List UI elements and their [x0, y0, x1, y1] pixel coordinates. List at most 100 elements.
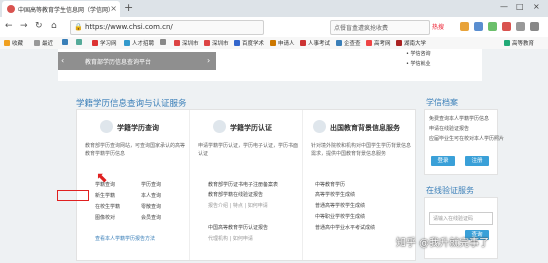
tab-close-icon[interactable]: × — [110, 4, 117, 13]
bookmark-item[interactable]: 申请人 — [270, 39, 295, 47]
bookmark-item[interactable]: 人事考试 — [300, 39, 330, 47]
link-in-school[interactable]: 在校生学籍 — [95, 203, 120, 210]
section-title: 学籍学历信息查询与认证服务 — [76, 99, 187, 109]
col-header: 学籍学历认证 — [190, 118, 303, 134]
bookmark-icon — [62, 39, 68, 45]
bookmark-item[interactable]: 企查查 — [336, 39, 361, 47]
top-link[interactable]: • 学信就业 — [406, 59, 431, 69]
bookmark-icon — [76, 39, 82, 45]
link-self-query[interactable]: 本人查询 — [141, 192, 161, 199]
extension-icon[interactable] — [502, 22, 511, 31]
home-button[interactable]: ⌂ — [51, 21, 57, 31]
service-panel: 学籍学历查询 教育部学历查询网站，可查询国家承认的高等教育学籍学历信息 学籍查询… — [76, 109, 416, 261]
verify-placeholder: 请输入在线验证码 — [433, 216, 474, 222]
bookmark-icon — [174, 40, 180, 46]
banner-carousel[interactable]: ‹ 教育部学历信息查询平台 › — [58, 52, 216, 70]
archive-line[interactable]: 免费查询本人学籍学历信息 — [429, 115, 489, 122]
link-image-check[interactable]: 图像校对 — [95, 214, 115, 221]
bookmark-item[interactable] — [160, 39, 168, 46]
login-button[interactable]: 登录 — [431, 156, 455, 166]
back-button[interactable]: ← — [5, 21, 13, 31]
link-e-register[interactable]: 教育部学历证书电子注册备案表 — [208, 181, 278, 188]
col-title[interactable]: 出国教育背景信息服务 — [330, 123, 400, 133]
extension-icon[interactable] — [460, 22, 469, 31]
bookmark-item[interactable]: 最近 — [34, 39, 53, 47]
bookmark-icon — [34, 40, 40, 46]
banner-text: 教育部学历信息查询平台 — [85, 59, 152, 66]
link-abroad-item[interactable]: 中等教育学历 — [315, 181, 345, 188]
url-bar[interactable]: 🔒 https://www.chsi.com.cn/ — [70, 20, 264, 35]
menu-icon[interactable] — [516, 22, 525, 31]
top-link[interactable]: • 学信咨询 — [406, 49, 431, 59]
bookmark-item[interactable] — [62, 39, 70, 46]
bookmark-item[interactable]: 湖南大学 — [396, 39, 426, 47]
banner-next-icon[interactable]: › — [207, 56, 210, 65]
register-button[interactable]: 注册 — [465, 156, 489, 166]
link-online-report[interactable]: 教育部学籍在线验证报告 — [208, 191, 263, 198]
browser-search-input[interactable]: 点餐盲盒遭疯抢收费 — [330, 20, 430, 35]
bookmark-item[interactable]: 深圳市 — [204, 39, 229, 47]
col-title[interactable]: 学籍学历查询 — [117, 123, 159, 133]
link-abroad-item[interactable]: 普通高等学校学生成绩 — [315, 202, 365, 209]
bookmark-icon — [270, 40, 276, 46]
bookmark-icon — [300, 40, 306, 46]
bookmark-item[interactable]: 学习网 — [92, 39, 117, 47]
link-xueli-query[interactable]: 学历查询 — [141, 181, 161, 188]
tab-title: 中国高等教育学生信息网（学信网）| 首页 — [18, 7, 110, 14]
forward-button[interactable]: → — [20, 21, 28, 31]
bookmark-icon — [234, 40, 240, 46]
link-cert-report[interactable]: 中国高等教育学历认证报告 — [208, 224, 268, 231]
link-report-method[interactable]: 查看本人学籍学历报告方法 — [95, 235, 155, 242]
link-member-query[interactable]: 会员查询 — [141, 214, 161, 221]
bookmark-icon — [366, 40, 372, 46]
bookmark-icon — [92, 40, 98, 46]
maximize-button[interactable]: □ — [516, 2, 524, 11]
browser-tab[interactable]: 中国高等教育学生信息网（学信网）| 首页 × — [2, 1, 120, 17]
verify-panel: 请输入在线验证码 查询 — [424, 197, 498, 259]
bookmark-item[interactable] — [76, 39, 84, 46]
refresh-button[interactable]: ↻ — [35, 21, 43, 31]
col-desc: 针对境外院校和机构对中国学生学历背景信息需求，提供中国教育背景信息服务 — [311, 143, 412, 157]
verify-code-input[interactable]: 请输入在线验证码 — [429, 212, 493, 225]
site-favicon-icon — [7, 5, 15, 13]
link-abroad-item[interactable]: 中等职业学校学生成绩 — [315, 213, 365, 220]
search-placeholder: 点餐盲盒遭疯抢收费 — [334, 25, 389, 32]
bookmark-icon — [336, 40, 342, 46]
menu-icon[interactable] — [530, 22, 539, 31]
link-abroad-item[interactable]: 高等学校学生成绩 — [315, 191, 355, 198]
col-title[interactable]: 学籍学历认证 — [230, 123, 272, 133]
bookmark-icon — [4, 40, 10, 46]
top-strip: ‹ 教育部学历信息查询平台 › • 学信咨询 • 学信就业 — [58, 49, 482, 81]
minimize-button[interactable]: — — [500, 2, 508, 11]
col-xueli-query: 学籍学历查询 教育部学历查询网站，可查询国家承认的高等教育学籍学历信息 学籍查询… — [77, 110, 189, 260]
bookmark-item[interactable]: 高等教育 — [504, 39, 534, 47]
report-meta-links[interactable]: 报告介绍 | 特点 | 如何申请 — [208, 202, 268, 209]
address-toolbar: ← → ↻ ⌂ 🔒 https://www.chsi.com.cn/ 点餐盲盒遭… — [0, 17, 548, 38]
bookmark-icon — [124, 40, 130, 46]
search-doc-icon — [100, 120, 113, 133]
hot-search-link[interactable]: 热搜 — [432, 22, 444, 31]
url-text: https://www.chsi.com.cn/ — [85, 23, 173, 31]
bookmark-item[interactable]: 高考网 — [366, 39, 391, 47]
link-abroad-item[interactable]: 普通高中学业水平考试成绩 — [315, 224, 375, 231]
bookmark-item[interactable]: 百度学术 — [234, 39, 264, 47]
link-single-query[interactable]: 零散查询 — [141, 203, 161, 210]
extension-icon[interactable] — [474, 22, 483, 31]
page-content: ‹ 教育部学历信息查询平台 › • 学信咨询 • 学信就业 学籍学历信息查询与认… — [0, 49, 548, 263]
watermark: 知乎 @我升就完事了 — [396, 238, 490, 249]
banner-prev-icon[interactable]: ‹ — [61, 56, 64, 65]
new-tab-button[interactable]: + — [124, 1, 133, 14]
bookmark-item[interactable]: 人才招聘 — [124, 39, 154, 47]
certificate-icon — [213, 120, 226, 133]
extension-icon[interactable] — [488, 22, 497, 31]
archive-line[interactable]: 应届毕业生可在校对本人学历照片 — [429, 135, 504, 142]
arrow-icon: ⬉ — [96, 170, 108, 186]
archive-line[interactable]: 申请在线验证报告 — [429, 125, 469, 132]
cert-meta-links[interactable]: 代理机构 | 如何申请 — [208, 235, 253, 242]
col-desc: 教育部学历查询网站，可查询国家承认的高等教育学籍学历信息 — [85, 143, 186, 157]
link-new-student[interactable]: 新生学籍 — [95, 192, 115, 199]
close-window-button[interactable]: × — [533, 2, 540, 11]
col-desc: 申请学籍学历认证，学历电子认证，学历书面认证 — [198, 143, 299, 157]
bookmark-item[interactable]: 深圳市 — [174, 39, 199, 47]
bookmark-item[interactable]: 收藏 — [4, 39, 23, 47]
